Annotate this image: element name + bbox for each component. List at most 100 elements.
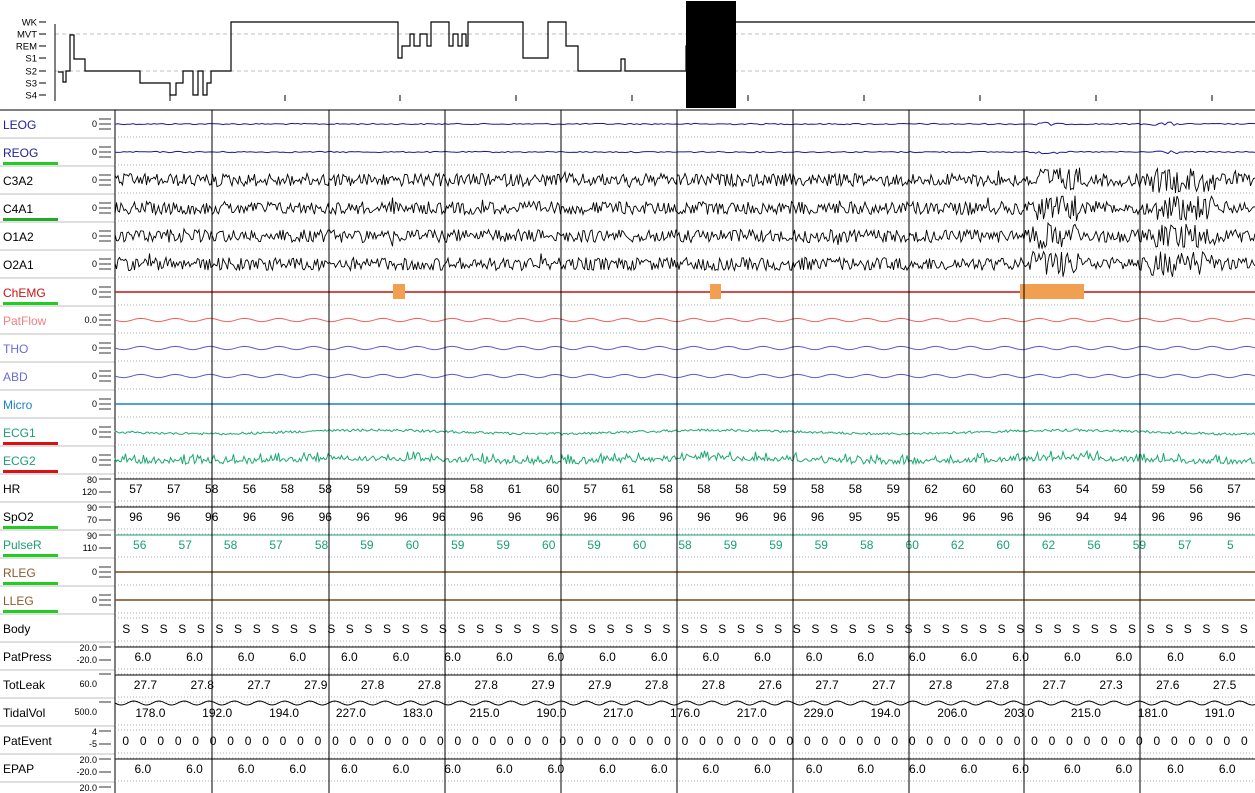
channel-value: S	[849, 622, 857, 636]
channel-row-tidalvol[interactable]: 178.0 192.0 194.0 227.0 183.0 215.0 190.0 217.0…	[114, 700, 1255, 726]
channel-row-leog[interactable]	[114, 121, 1255, 138]
channel-row-spo2[interactable]: 96 96 96 96 96 96 96 96 96 96 96 96 96 96 96 96 96 96 96 95…	[115, 505, 1255, 530]
channel-value: 62	[924, 482, 938, 496]
channel-label-body[interactable]: Body	[0, 622, 115, 643]
channel-row-o1a2[interactable]	[114, 221, 1255, 250]
channel-label-tho[interactable]: THO 0	[0, 342, 115, 363]
scale-label: 0	[92, 259, 97, 269]
channel-value: 6.0	[548, 650, 565, 664]
channel-label-hr[interactable]: HR 80 120	[0, 475, 115, 503]
channel-label-micro[interactable]: Micro 0	[0, 398, 115, 419]
channel-row-epap[interactable]: 6.0 6.0 6.0 6.0 6.0 6.0 6.0 6.0 6.0 6.0 6.0 6.0 6.0 6…	[115, 757, 1255, 782]
channel-row-totleak[interactable]: 27.7 27.8 27.7 27.9 27.8 27.8 27.8 27.9 27.9 27.8…	[115, 673, 1255, 698]
channel-row-reog[interactable]	[114, 150, 1255, 166]
channel-label-tidalvol[interactable]: TidalVol 500.0	[0, 701, 115, 727]
channel-row-body[interactable]: SSSSSSSSSSSSSSSSSSSSSSSSSSSSSSSSSSSSSSSS…	[115, 617, 1255, 642]
channel-row-hr[interactable]: 57 57 58 56 58 58 59 59 59 58 61 60 57 61 58 58 58 59 58 58…	[115, 477, 1255, 502]
channel-value: 59	[451, 538, 465, 552]
channel-value: 6.0	[1219, 762, 1236, 776]
channel-label-patflow[interactable]: PatFlow 0.0	[0, 314, 115, 335]
channel-value: 27.8	[475, 678, 499, 692]
channel-label-o1a2[interactable]: O1A2 0	[0, 230, 115, 251]
channel-value: 203.0	[1004, 706, 1034, 720]
channel-row-patflow[interactable]	[114, 317, 1255, 334]
channel-row-lleg[interactable]	[115, 599, 1255, 614]
channel-value: 6.0	[599, 650, 616, 664]
channel-value: 27.6	[759, 678, 783, 692]
channel-row-patevent[interactable]: 0000000000000000000000000000000000000000…	[115, 729, 1255, 754]
channel-value: 56	[1190, 482, 1204, 496]
channel-value: 96	[811, 510, 825, 524]
emg-event-marker[interactable]	[1020, 284, 1084, 299]
channel-value: S	[178, 622, 186, 636]
channel-label-patpress[interactable]: PatPress 20.0 -20.0	[0, 643, 115, 671]
channel-row-patpress[interactable]: 6.0 6.0 6.0 6.0 6.0 6.0 6.0 6.0 6.0 6.0 6.0 6.0 6.0 6…	[115, 645, 1255, 670]
channel-value: 215.0	[469, 706, 499, 720]
channel-row-pulser[interactable]: 56 57 58 57 58 59 60 59 59 60 59 60 58 59 59 59 58 60 62 60…	[115, 533, 1255, 558]
channel-label-ecg1[interactable]: ECG1 0	[0, 426, 115, 447]
channel-row-c4a1[interactable]	[114, 195, 1255, 222]
channel-row-abd[interactable]	[114, 373, 1255, 390]
channel-value: 0	[1084, 734, 1091, 748]
channel-label-totleak[interactable]: TotLeak 60.0	[0, 673, 115, 699]
channel-row-o2a1[interactable]	[114, 250, 1255, 278]
channel-value: S	[718, 622, 726, 636]
channel-label-epap[interactable]: EPAP 20.0 -20.0	[0, 755, 115, 783]
channel-row-micro[interactable]	[115, 403, 1255, 418]
channel-value: S	[1072, 622, 1080, 636]
channel-label-abd[interactable]: ABD 0	[0, 370, 115, 391]
channel-label-pulser[interactable]: PulseR 90 110	[0, 531, 115, 559]
channel-row-ecg1[interactable]	[114, 428, 1255, 446]
channel-row-c3a2[interactable]	[114, 166, 1255, 194]
channel-value: 96	[962, 510, 976, 524]
channel-value: 0	[734, 734, 741, 748]
channel-value: 0	[1119, 734, 1126, 748]
channel-label-c3a2[interactable]: C3A2 0	[0, 174, 115, 195]
channel-value: 62	[951, 538, 965, 552]
scale-bottom-label: -20.0	[76, 767, 97, 777]
channel-label-patevent[interactable]: PatEvent 4 -5	[0, 727, 115, 755]
scale-label: 0	[92, 455, 97, 465]
channel-value: S	[755, 622, 763, 636]
channel-value: 60	[1114, 482, 1128, 496]
channel-label-reog[interactable]: REOG 0	[0, 146, 115, 167]
channel-row-chemg[interactable]	[115, 284, 1255, 306]
channel-label-c4a1[interactable]: C4A1 0	[0, 202, 115, 223]
scale-label: 0	[92, 203, 97, 213]
channel-row-tho[interactable]	[114, 345, 1255, 362]
channel-label-lleg[interactable]: LLEG 0	[0, 594, 115, 615]
channel-value: 27.8	[986, 678, 1010, 692]
channel-value: 6.0	[496, 650, 513, 664]
channel-value: 0	[367, 734, 374, 748]
channel-row-rleg[interactable]	[115, 571, 1255, 586]
channel-value: 57	[1227, 482, 1241, 496]
emg-event-marker[interactable]	[393, 284, 405, 299]
channel-label-chemg[interactable]: ChEMG 0	[0, 286, 115, 307]
channel-value: S	[253, 622, 261, 636]
channel-value: 0	[419, 734, 426, 748]
hypnogram[interactable]: WKMVTREMS1 S2S3S4	[16, 1, 1255, 108]
emg-event-marker[interactable]	[710, 284, 721, 299]
channel-value: 63	[1038, 482, 1052, 496]
channel-value: 0	[856, 734, 863, 748]
channel-label-o2a1[interactable]: O2A1 0	[0, 258, 115, 279]
channel-value: 96	[394, 510, 408, 524]
scale-label: 0	[92, 427, 97, 437]
channel-value: 59	[497, 538, 511, 552]
channel-label-ecg2[interactable]: ECG2 0	[0, 454, 115, 475]
channel-value: S	[830, 622, 838, 636]
channel-label-spo2[interactable]: SpO2 90 70	[0, 503, 115, 531]
channel-traces[interactable]: 57 57 58 56 58 58 59 59 59 58 61 60 57 61 58 58 58 59 58 58…	[0, 109, 1255, 793]
channel-value: 27.3	[1099, 678, 1123, 692]
channel-value: 27.7	[872, 678, 896, 692]
psg-viewer[interactable]: WKMVTREMS1S2S3S4 LEOG 0 REOG 0 C3A2 0 C4A1 0 O1A…	[0, 0, 1255, 793]
channel-row-ecg2[interactable]	[114, 449, 1255, 474]
channel-value: 227.0	[336, 706, 366, 720]
channel-value: 0	[821, 734, 828, 748]
stage-label-wk: WK	[22, 18, 38, 29]
eeg-trace	[114, 195, 1255, 221]
current-epoch-marker[interactable]	[686, 1, 736, 108]
channel-label-leog[interactable]: LEOG 0	[0, 118, 115, 139]
channel-label-rleg[interactable]: RLEG 0	[0, 566, 115, 587]
channel-value: 0	[839, 734, 846, 748]
